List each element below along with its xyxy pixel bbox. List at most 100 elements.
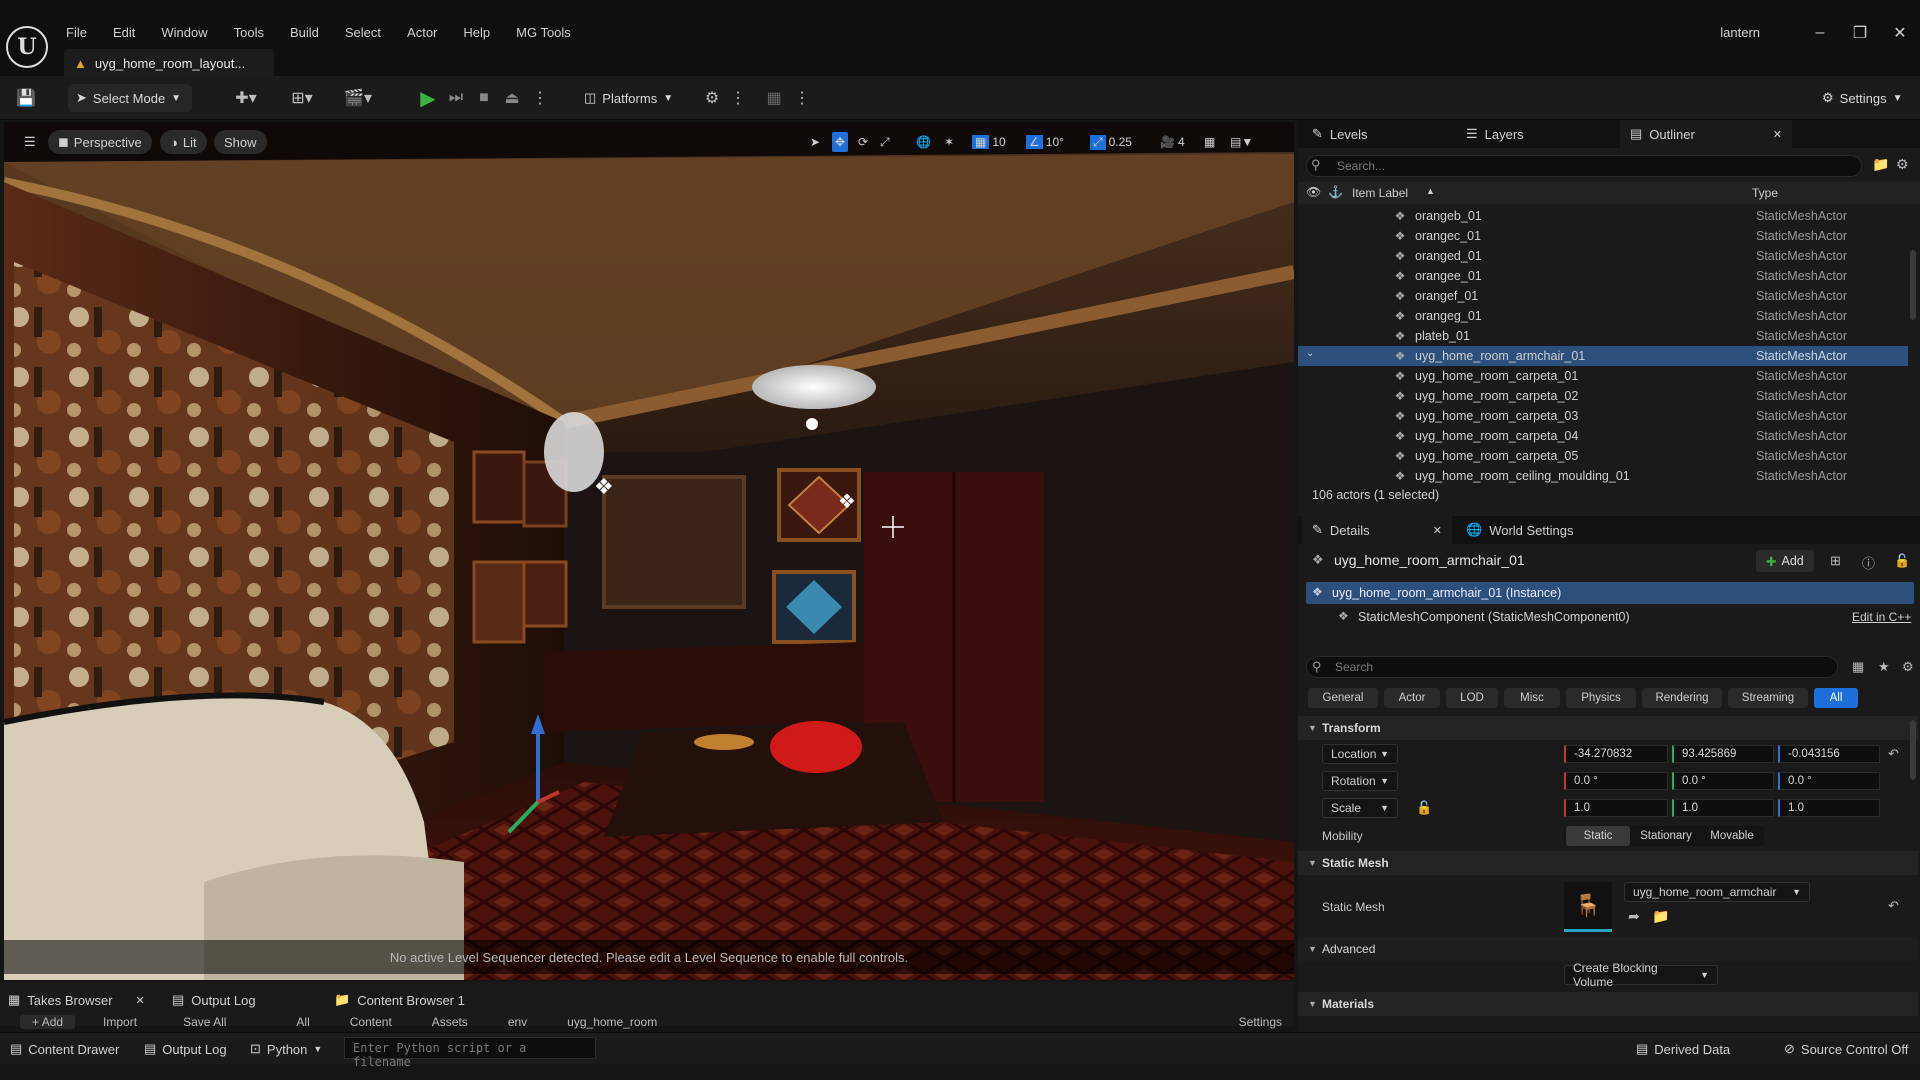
tab-details[interactable]: ✎ Details ✕ (1302, 516, 1452, 544)
outliner-row[interactable]: ❖ orangef_01 StaticMeshActor (1298, 286, 1908, 306)
tab-world-settings[interactable]: 🌐 World Settings (1456, 516, 1583, 544)
scale-z-field[interactable]: 1.0 (1778, 799, 1880, 817)
play-icon[interactable]: ▶ (416, 86, 440, 110)
stop-icon[interactable]: ■ (472, 86, 496, 110)
static-mesh-picker[interactable]: uyg_home_room_armchair ▼ (1624, 882, 1810, 902)
details-scrollbar[interactable] (1910, 720, 1916, 780)
close-icon[interactable]: ✕ (1773, 128, 1782, 141)
camera-speed-button[interactable]: 🎥 4 (1160, 132, 1185, 152)
breadcrumb-all[interactable]: All (296, 1015, 309, 1029)
tab-outliner[interactable]: ▤ Outliner ✕ (1620, 120, 1792, 148)
mobility-movable[interactable]: Movable (1702, 826, 1762, 846)
scale-dropdown[interactable]: Scale ▼ (1322, 798, 1398, 818)
rotate-tool-icon[interactable]: ⟳ (858, 132, 868, 152)
category-all[interactable]: All (1814, 688, 1858, 708)
category-lod[interactable]: LOD (1446, 688, 1498, 708)
platforms-button[interactable]: ◫ Platforms ▼ (576, 84, 680, 112)
translate-tool-icon[interactable]: ✥ (832, 132, 849, 152)
browse-asset-icon[interactable]: ➦ (1628, 908, 1640, 925)
transform-section[interactable]: ▼ Transform (1298, 716, 1918, 740)
scale-snap-toggle[interactable]: ⤢ 0.25 (1090, 132, 1132, 152)
breadcrumb-env[interactable]: env (508, 1015, 527, 1029)
viewport-layout-icon[interactable]: ▤▼ (1230, 132, 1286, 152)
column-item-label[interactable]: Item Label (1352, 186, 1408, 200)
materials-section[interactable]: ▼ Materials (1298, 992, 1918, 1016)
rotation-y-field[interactable]: 0.0 ° (1672, 772, 1774, 790)
outliner-row[interactable]: ❖ plateb_01 StaticMeshActor (1298, 326, 1908, 346)
category-misc[interactable]: Misc (1504, 688, 1560, 708)
close-icon[interactable]: ✕ (136, 994, 145, 1007)
menu-mg-tools[interactable]: MG Tools (516, 25, 571, 40)
more-options-icon-2[interactable]: ⋮ (790, 86, 814, 110)
location-dropdown[interactable]: Location ▼ (1322, 744, 1398, 764)
unreal-logo-icon[interactable]: U (6, 26, 48, 68)
close-button[interactable]: ✕ (1882, 18, 1918, 48)
outliner-row[interactable]: ❖ orangeg_01 StaticMeshActor (1298, 306, 1908, 326)
create-blocking-volume-button[interactable]: Create Blocking Volume ▼ (1564, 961, 1718, 989)
rotation-snap-toggle[interactable]: ∠ 10° (1026, 132, 1064, 152)
pin-icon[interactable]: ⚓ (1328, 185, 1343, 199)
lock-icon[interactable]: 🔓 (1894, 553, 1910, 569)
content-drawer-button[interactable]: ▤ Content Drawer (10, 1039, 119, 1059)
breadcrumb-content[interactable]: Content (350, 1015, 392, 1029)
step-icon[interactable]: ⏭ (444, 86, 468, 110)
mesh-thumbnail[interactable]: 🪑 (1564, 882, 1612, 932)
outliner-row[interactable]: ❖ uyg_home_room_carpeta_04 StaticMeshActor (1298, 426, 1908, 446)
advanced-section[interactable]: ▼ Advanced (1298, 937, 1918, 961)
save-all-button[interactable]: Save All (183, 1015, 226, 1029)
menu-actor[interactable]: Actor (407, 25, 437, 40)
source-control-button[interactable]: ⊘ Source Control Off (1784, 1039, 1908, 1059)
menu-file[interactable]: File (66, 25, 87, 40)
menu-edit[interactable]: Edit (113, 25, 135, 40)
add-button[interactable]: + Add (20, 1015, 76, 1029)
component-row[interactable]: ❖ StaticMeshComponent (StaticMeshCompone… (1306, 606, 1914, 628)
details-actor-name[interactable]: uyg_home_room_armchair_01 (1334, 552, 1525, 568)
location-y-field[interactable]: 93.425869 (1672, 745, 1774, 763)
tab-takes-browser[interactable]: ▦ Takes Browser ✕ (8, 988, 145, 1012)
cinematics-icon[interactable]: 🎬▾ (340, 86, 376, 110)
scale-lock-icon[interactable]: 🔓 (1416, 800, 1432, 816)
maximize-viewport-icon[interactable]: ▦ (1204, 132, 1215, 152)
column-type[interactable]: Type (1752, 186, 1778, 200)
favorite-star-icon[interactable]: ★ (1878, 659, 1890, 675)
level-viewport[interactable]: ❖ ❖ (4, 122, 1294, 980)
edit-in-cpp-link[interactable]: Edit in C++ (1852, 610, 1911, 624)
outliner-settings-icon[interactable]: ⚙ (1896, 156, 1909, 173)
details-search-input[interactable]: Search (1306, 656, 1838, 678)
outliner-row[interactable]: ❖ orangec_01 StaticMeshActor (1298, 226, 1908, 246)
outliner-row[interactable]: ❖ orangee_01 StaticMeshActor (1298, 266, 1908, 286)
outliner-row[interactable]: ❖ oranged_01 StaticMeshActor (1298, 246, 1908, 266)
tab-output-log[interactable]: ▤ Output Log (172, 988, 256, 1012)
category-general[interactable]: General (1308, 688, 1378, 708)
outliner-search-input[interactable]: Search... (1306, 155, 1862, 177)
category-physics[interactable]: Physics (1566, 688, 1636, 708)
menu-tools[interactable]: Tools (234, 25, 264, 40)
find-in-browser-icon[interactable]: 📁 (1652, 908, 1669, 925)
lit-button[interactable]: ◑ Lit (160, 130, 207, 154)
python-input[interactable]: Enter Python script or a filename (344, 1037, 596, 1069)
outliner-row[interactable]: ❖ uyg_home_room_ceiling_moulding_01 Static… (1298, 466, 1908, 486)
surface-snap-icon[interactable]: ✶ (944, 132, 954, 152)
mobility-static[interactable]: Static (1566, 826, 1630, 846)
reset-mesh-icon[interactable]: ↶ (1888, 898, 1899, 914)
menu-build[interactable]: Build (290, 25, 319, 40)
derived-data-button[interactable]: ▤ Derived Data (1636, 1039, 1730, 1059)
rotation-x-field[interactable]: 0.0 ° (1564, 772, 1668, 790)
select-mode-button[interactable]: ➤ Select Mode ▼ (68, 84, 192, 112)
play-options-icon[interactable]: ⋮ (528, 86, 552, 110)
blueprint-convert-icon[interactable]: ⊞ (1830, 553, 1841, 569)
add-folder-icon[interactable]: 📁 (1872, 156, 1889, 173)
select-tool-icon[interactable]: ➤ (810, 132, 820, 152)
rotation-dropdown[interactable]: Rotation ▼ (1322, 771, 1398, 791)
world-local-icon[interactable]: 🌐 (916, 132, 931, 152)
category-actor[interactable]: Actor (1384, 688, 1440, 708)
location-x-field[interactable]: -34.270832 (1564, 745, 1668, 763)
save-icon[interactable]: 💾 (14, 86, 38, 110)
level-document-tab[interactable]: ▲ uyg_home_room_layout... (64, 49, 274, 77)
more-options-icon[interactable]: ⋮ (726, 86, 750, 110)
outliner-row[interactable]: ❖ uyg_home_room_carpeta_01 StaticMeshActor (1298, 366, 1908, 386)
rotation-z-field[interactable]: 0.0 ° (1778, 772, 1880, 790)
outliner-row[interactable]: ⌄ ❖ uyg_home_room_armchair_01 StaticMeshAct… (1298, 346, 1908, 366)
tab-content-browser[interactable]: 📁 Content Browser 1 (334, 988, 465, 1012)
outliner-row[interactable]: ❖ uyg_home_room_carpeta_02 StaticMeshActor (1298, 386, 1908, 406)
